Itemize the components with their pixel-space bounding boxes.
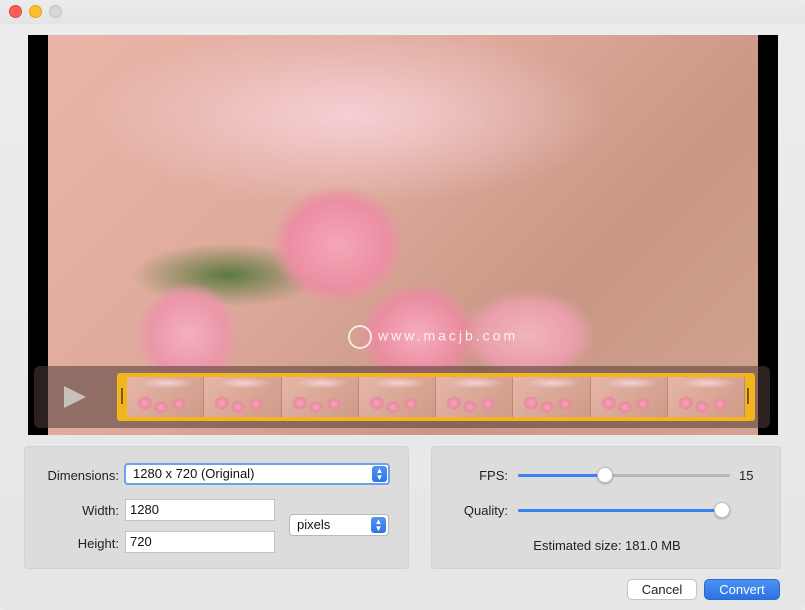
- timeline-thumbnail: [667, 377, 745, 417]
- fps-slider-knob[interactable]: [596, 467, 613, 483]
- title-bar: [0, 0, 805, 24]
- cancel-button[interactable]: Cancel: [627, 579, 697, 600]
- fps-value: 15: [739, 468, 754, 483]
- play-icon[interactable]: [64, 386, 86, 408]
- unit-select[interactable]: pixels ▲ ▼: [289, 514, 389, 536]
- timeline-thumbnail: [436, 377, 514, 417]
- quality-label: Quality:: [463, 503, 508, 518]
- fps-slider[interactable]: [518, 467, 730, 483]
- dimensions-select[interactable]: 1280 x 720 (Original) ▲ ▼: [124, 463, 390, 485]
- quality-slider-knob[interactable]: [713, 502, 730, 518]
- trim-start-handle[interactable]: [121, 388, 123, 404]
- timeline-thumbnail: [590, 377, 668, 417]
- chevron-updown-icon: ▲ ▼: [371, 517, 386, 533]
- watermark: www.macjb.com: [348, 325, 518, 349]
- app-window: www.macjb.com Dimensions: 1280 x 720 (Or…: [0, 0, 805, 610]
- width-label: Width:: [82, 503, 119, 518]
- output-settings-panel: FPS: 15 Quality: Estimated size: 181.0 M…: [431, 446, 781, 569]
- convert-button[interactable]: Convert: [704, 579, 780, 600]
- dimensions-panel: Dimensions: 1280 x 720 (Original) ▲ ▼ Wid…: [24, 446, 409, 569]
- trim-strip[interactable]: [117, 373, 755, 421]
- estimated-size-text: Estimated size: 181.0 MB: [533, 538, 681, 553]
- minimize-window-button[interactable]: [29, 5, 42, 18]
- video-preview: www.macjb.com: [28, 35, 778, 435]
- timeline-bar: [34, 366, 770, 428]
- timeline-thumbnail: [358, 377, 436, 417]
- timeline-thumbnail: [127, 377, 205, 417]
- dimensions-label: Dimensions:: [47, 468, 119, 483]
- dimensions-select-value: 1280 x 720 (Original): [133, 466, 255, 481]
- close-window-button[interactable]: [9, 5, 22, 18]
- zoom-window-button[interactable]: [49, 5, 62, 18]
- watermark-logo-icon: [348, 325, 372, 349]
- timeline-thumbnail: [513, 377, 591, 417]
- timeline-thumbnail: [204, 377, 282, 417]
- timeline-thumbnail: [281, 377, 359, 417]
- chevron-updown-icon: ▲ ▼: [372, 466, 387, 482]
- height-label: Height:: [77, 536, 119, 551]
- fps-label: FPS:: [479, 468, 508, 483]
- trim-end-handle[interactable]: [747, 388, 749, 404]
- quality-slider[interactable]: [518, 502, 730, 518]
- unit-select-value: pixels: [297, 517, 331, 532]
- height-input[interactable]: 720: [125, 531, 275, 553]
- width-input[interactable]: 1280: [125, 499, 275, 521]
